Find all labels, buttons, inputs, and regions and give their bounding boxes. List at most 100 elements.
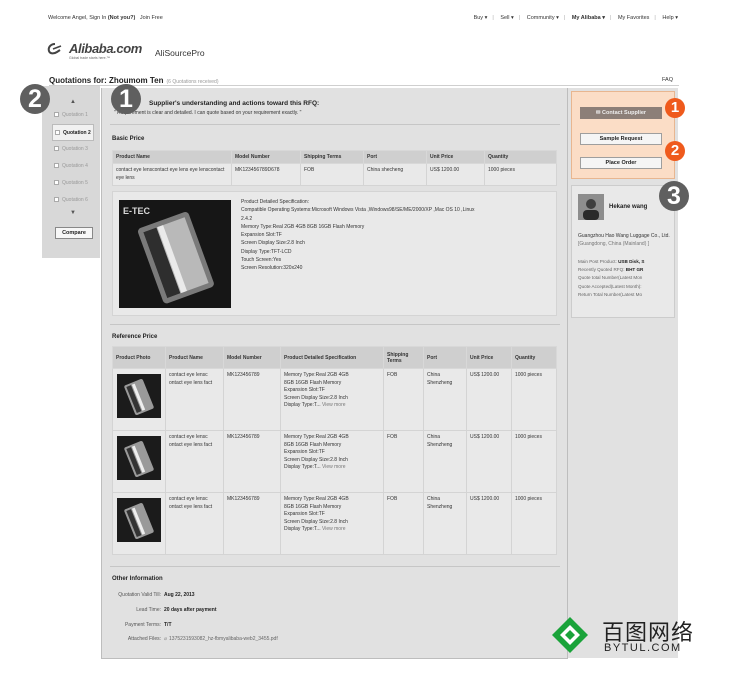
stat-label: Quote total Number(Latest Mon [578, 275, 643, 281]
model-number-cell: MK123456789 [223, 492, 281, 555]
lead-time-value: 20 days after payment [164, 607, 217, 613]
watermark-domain-text: BYTUL.COM [604, 642, 682, 654]
faq-link[interactable]: FAQ [662, 77, 673, 83]
supplier-stats: Main Post Product: USB Disk, S Recently … [578, 258, 675, 299]
checkbox-icon[interactable] [55, 130, 60, 136]
stat-row: Quote total Number(Latest Mon [578, 274, 675, 282]
quotation-item-6[interactable]: Quotation 6 [52, 192, 94, 209]
place-order-button[interactable]: Place Order [580, 157, 662, 169]
scroll-down-icon[interactable]: ▼ [52, 209, 94, 218]
valid-till-value: Aug 22, 2013 [164, 592, 195, 598]
stat-label: Main Post Product: [578, 259, 617, 264]
checkbox-icon[interactable] [54, 180, 59, 186]
stat-label: Quote Accepted(Latest Month): [578, 283, 642, 289]
top-menu: Buy ▾ | Sell ▾ | Community ▾ | My Alibaba ▾… [473, 15, 678, 21]
spec-line: Expansion Slot:TF [284, 511, 325, 517]
understanding-title: Supplier's understanding and actions tow… [149, 100, 320, 107]
column-header: Quantity [484, 150, 557, 164]
port-cell: China Shenzheng [423, 368, 467, 431]
spec-line: Display Type:TFT-LCD [241, 248, 292, 255]
contact-supplier-button[interactable]: ✉ Contact Supplier [580, 107, 662, 119]
quotation-item-5[interactable]: Quotation 5 [52, 175, 94, 192]
attached-file-link[interactable]: 1375231593082_hz-fbmyalibaba-web2_3455.p… [169, 636, 278, 642]
scroll-up-icon[interactable]: ▲ [52, 98, 94, 107]
payment-terms-row: Payment Terms: T/T [86, 622, 172, 628]
unit-price-cell: US$ 1200.00 [466, 430, 512, 493]
table-row: contact eye lensc ontact eye lens fact M… [112, 492, 557, 555]
supplier-name[interactable]: Hekane wang [609, 204, 647, 210]
top-navigation-bar: Welcome Angel, Sign In (Not you?) Join F… [48, 15, 678, 25]
product-name-cell: contact eye lensc ontact eye lens fact [165, 368, 224, 431]
menu-sell[interactable]: Sell ▾ [500, 15, 513, 21]
alibaba-logo-text: Alibaba.com [69, 41, 142, 56]
product-image[interactable]: E-TEC [119, 200, 231, 308]
table-header-row: Product Photo Product Name Model Number … [112, 346, 557, 369]
product-thumbnail[interactable] [117, 436, 161, 480]
model-number-cell: MK123456789 [223, 430, 281, 493]
menu-buy[interactable]: Buy ▾ [474, 15, 488, 21]
spec-title: Product Detailed Specification: [241, 199, 310, 205]
alibaba-logo[interactable]: Alibaba.com Global trade starts here.™ A… [47, 41, 205, 64]
table-row: contact eye lensc ontact eye lens fact M… [112, 430, 557, 493]
port-cell: China shecheng [363, 163, 427, 186]
checkbox-icon[interactable] [54, 163, 59, 169]
product-name-cell: contact eye lensc ontact eye lens fact [165, 492, 224, 555]
column-header: Product Name [165, 346, 224, 369]
menu-my-favorites[interactable]: My Favorites [618, 15, 649, 21]
attached-files-row: Attached Files: ⌀ 1375231593082_hz-fbmyali… [86, 636, 278, 642]
spec-cell: Memory Type:Real 2GB 4GB 8GB 16GB Flash … [280, 368, 384, 431]
not-you-link[interactable]: (Not you?) [108, 15, 136, 21]
payment-terms-label: Payment Terms: [124, 622, 161, 628]
section-divider [110, 566, 560, 567]
spec-line: 8GB 16GB Flash Memory [284, 379, 342, 386]
understanding-text: " Requirement is clear and detailed. I c… [114, 110, 302, 116]
spec-line: Display Type:T... [284, 526, 321, 532]
menu-community[interactable]: Community ▾ [527, 15, 559, 21]
header-divider [49, 85, 679, 86]
product-thumbnail[interactable] [117, 498, 161, 542]
product-detail-box: E-TEC Product Detailed Specification: Co… [112, 191, 557, 316]
spec-line: 8GB 16GB Flash Memory [284, 503, 342, 510]
other-information-title: Other Information [112, 576, 163, 582]
alibaba-tagline: Global trade starts here.™ [69, 56, 111, 60]
spec-line: Expansion Slot:TF [241, 232, 282, 239]
reference-price-table: Product Photo Product Name Model Number … [112, 346, 557, 555]
checkbox-icon[interactable] [54, 146, 59, 152]
alibaba-logo-icon [47, 42, 67, 56]
quotation-item-2[interactable]: Quotation 2 [52, 124, 94, 141]
view-more-link[interactable]: View more [322, 526, 346, 532]
quotation-item-1[interactable]: Quotation 1 [52, 107, 94, 124]
spec-line: 8GB 16GB Flash Memory [284, 441, 342, 448]
sign-in-link[interactable]: Sign In [89, 15, 106, 21]
menu-my-alibaba[interactable]: My Alibaba ▾ [572, 15, 605, 21]
supplier-actions-box: ✉ Contact Supplier Sample Request Place … [571, 91, 675, 179]
welcome-area: Welcome Angel, Sign In (Not you?) Join F… [48, 15, 163, 21]
compare-button[interactable]: Compare [55, 227, 93, 239]
spec-line: Expansion Slot:TF [284, 387, 325, 393]
stat-label: Return Total Number(Latest Mo [578, 291, 642, 297]
view-more-link[interactable]: View more [322, 402, 346, 408]
avatar[interactable] [578, 194, 604, 220]
attached-files-label: Attached Files: [127, 636, 161, 642]
valid-till-label: Quotation Valid Till: [118, 592, 161, 598]
spec-line: Display Type:T... [284, 464, 321, 470]
view-more-link[interactable]: View more [322, 464, 346, 470]
unit-price-cell: US$ 1200.00 [466, 492, 512, 555]
company-name[interactable]: Guangzhou Hao Wang Luggage Co., Ltd. [578, 233, 676, 241]
sample-request-button[interactable]: Sample Request [580, 133, 662, 145]
checkbox-icon[interactable] [54, 197, 59, 203]
column-header: Model Number [223, 346, 281, 369]
join-free-link[interactable]: Join Free [140, 15, 163, 21]
quotation-item-4[interactable]: Quotation 4 [52, 158, 94, 175]
checkbox-icon[interactable] [54, 112, 59, 118]
spec-line: Memory Type:Real 2GB 4GB [284, 434, 349, 440]
quotation-item-3[interactable]: Quotation 3 [52, 141, 94, 158]
watermark: 百图网络 BYTUL.COM [550, 613, 710, 657]
spec-line: Memory Type:Real 2GB 4GB [284, 372, 349, 378]
quotation-item-label: Quotation 4 [62, 163, 88, 169]
product-thumbnail[interactable] [117, 374, 161, 418]
shipping-terms-cell: FOB [383, 430, 424, 493]
alisourcepro-label: AliSourcePro [155, 48, 205, 58]
menu-help[interactable]: Help ▾ [662, 15, 678, 21]
product-image-text: E-TEC [123, 206, 150, 216]
